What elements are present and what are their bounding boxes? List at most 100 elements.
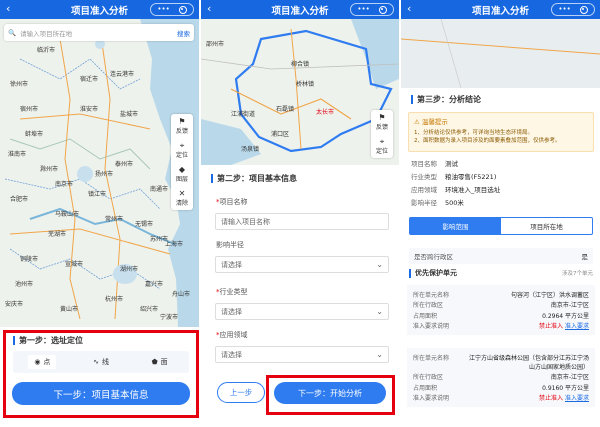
clear-button[interactable]: ✕ 清除 bbox=[171, 186, 193, 210]
map-label: 淮南市 bbox=[8, 151, 27, 158]
map-label: 黄山市 bbox=[60, 306, 79, 313]
kv-value: 500米 bbox=[445, 199, 464, 207]
field-project-name: *项目名称 请输入项目名称 bbox=[201, 197, 399, 230]
back-icon[interactable]: ‹ bbox=[407, 2, 411, 15]
more-icon[interactable]: ••• bbox=[157, 6, 169, 13]
chevron-down-icon: ⌄ bbox=[376, 350, 383, 359]
field-radius: 影响半径 请选择 ⌄ bbox=[201, 240, 399, 273]
card-value: 南京市-江宁区 bbox=[550, 302, 589, 309]
capsule-menu[interactable]: ••• bbox=[150, 3, 194, 16]
search-icon: 🔍 bbox=[8, 28, 17, 37]
search-bar[interactable]: 🔍 请输入项目所在地 搜索 bbox=[4, 24, 194, 41]
prev-button[interactable]: 上一步 bbox=[217, 382, 265, 403]
field-label: 影响半径 bbox=[216, 240, 399, 250]
map-label: 徐州市 bbox=[10, 81, 29, 88]
map-label: 滁州市 bbox=[40, 166, 59, 173]
map-label: 湖州市 bbox=[120, 266, 139, 273]
card-key: 所在单元名称 bbox=[413, 354, 450, 362]
card-key: 准入要求说明 bbox=[413, 395, 450, 402]
map-view[interactable]: 临沂市 宿迁市 盐城市 连云港市 淮安市 徐州市 泰州市 南京市 南通市 扬州市… bbox=[0, 19, 199, 327]
chevron-down-icon: ⌄ bbox=[376, 307, 383, 316]
feedback-button[interactable]: ⚑ 反馈 bbox=[171, 114, 193, 138]
card-row: 所在行政区 南京市-江宁区 bbox=[413, 372, 589, 381]
card-row: 准入要求说明 禁止准入 准入要求 bbox=[413, 321, 589, 330]
field-label-text: 项目名称 bbox=[219, 198, 248, 206]
map-label: 上海市 bbox=[165, 241, 184, 248]
search-button[interactable]: 搜索 bbox=[177, 28, 190, 38]
card-row: 所在行政区 南京市-江宁区 bbox=[413, 300, 589, 309]
back-icon[interactable]: ‹ bbox=[6, 2, 10, 15]
close-icon[interactable] bbox=[579, 5, 588, 14]
card-key: 准入要求说明 bbox=[413, 323, 450, 330]
map-label: 铜陵市 bbox=[20, 256, 39, 263]
kv-industry: 行业类型 粮油零售(F5221) bbox=[411, 171, 496, 181]
capsule-menu[interactable]: ••• bbox=[350, 3, 394, 16]
card-value: 江宁方山省级森林公园（包含部分江苏江宁汤山方山国家地质公园） bbox=[469, 354, 590, 371]
map-label: 蚌埠市 bbox=[25, 131, 44, 138]
map-label: 马鞍山市 bbox=[55, 211, 80, 218]
capsule-menu[interactable]: ••• bbox=[551, 3, 595, 16]
field-label: *应用领域 bbox=[216, 331, 248, 339]
requirements-link[interactable]: 准入要求 bbox=[565, 323, 589, 330]
tool-label: 反馈 bbox=[375, 124, 388, 131]
close-icon[interactable] bbox=[178, 5, 187, 14]
select-value: 请选择 bbox=[221, 307, 242, 316]
more-icon[interactable]: ••• bbox=[357, 6, 369, 13]
tips-line: 2、面积数据为录入项目涉及的面要素叠加范围，仅供参考。 bbox=[414, 138, 561, 144]
highlight-box bbox=[266, 375, 395, 415]
priority-title-text: 优先保护单元 bbox=[415, 269, 457, 277]
tips-title-text: 温馨提示 bbox=[421, 118, 448, 126]
map-label: 芜湖市 bbox=[48, 231, 67, 238]
screen-step3: ‹ 项目准入分析 ••• 第三步：分析结论 ⚠ 温馨提示 1、分析结论仅供参考，… bbox=[401, 0, 600, 427]
locate-icon: ⌖ bbox=[379, 137, 385, 146]
map-label: 绍兴市 bbox=[140, 306, 159, 313]
map-view[interactable]: 柳合镇 桥林镇 石磊镇 江浦街道 太长市 邵州市 浦口区 汤泉镇 bbox=[201, 19, 399, 165]
requirements-link[interactable]: 准入要求 bbox=[565, 395, 589, 402]
three-screens: ‹ 项目准入分析 ••• 临沂市 宿迁市 盐城市 连云港市 淮安市 徐州市 泰州… bbox=[0, 0, 600, 427]
cross-region-label: 是否跨行政区 bbox=[414, 253, 453, 261]
map-label: 扬州市 bbox=[95, 171, 114, 178]
tab-location[interactable]: 项目所在地 bbox=[501, 218, 592, 234]
card-value: 0.2964 平方公里 bbox=[542, 312, 589, 320]
map-label: 盐城市 bbox=[120, 111, 139, 118]
title-accent bbox=[211, 174, 213, 183]
locate-button[interactable]: ⌖ 定位 bbox=[171, 138, 193, 162]
domain-select[interactable]: 请选择 ⌄ bbox=[215, 346, 389, 363]
back-icon[interactable]: ‹ bbox=[207, 2, 211, 15]
industry-select[interactable]: 请选择 ⌄ bbox=[215, 303, 389, 320]
tab-impact[interactable]: 影响范围 bbox=[410, 218, 501, 234]
select-value: 请选择 bbox=[221, 260, 242, 269]
feedback-button[interactable]: ⚑ 反馈 bbox=[371, 110, 393, 134]
field-industry: *行业类型 请选择 ⌄ bbox=[201, 287, 399, 320]
map-label: 嘉兴市 bbox=[145, 281, 164, 288]
trash-icon: ✕ bbox=[178, 189, 186, 198]
map-label: 临沂市 bbox=[37, 47, 56, 54]
layers-button[interactable]: ◆ 图层 bbox=[171, 162, 193, 186]
map-view[interactable] bbox=[401, 19, 600, 88]
locate-button[interactable]: ⌖ 定位 bbox=[371, 134, 393, 158]
step3-title: 第三步：分析结论 bbox=[411, 94, 481, 105]
unit-card: 所在单元名称 江宁方山省级森林公园（包含部分江苏江宁汤山方山国家地质公园） 所在行… bbox=[407, 348, 595, 407]
step3-title-text: 第三步：分析结论 bbox=[417, 95, 481, 104]
card-key: 占用面积 bbox=[413, 312, 438, 320]
input-placeholder: 请输入项目名称 bbox=[221, 217, 270, 226]
radius-select[interactable]: 请选择 ⌄ bbox=[215, 256, 389, 273]
map-label: 舟山市 bbox=[172, 291, 191, 298]
step2-title-text: 第二步：项目基本信息 bbox=[217, 174, 297, 183]
tool-label: 反馈 bbox=[175, 128, 188, 135]
map-label: 无锡市 bbox=[135, 221, 154, 228]
search-input[interactable]: 请输入项目所在地 bbox=[20, 28, 177, 38]
map-label: 杭州市 bbox=[105, 296, 124, 303]
screen-step1: ‹ 项目准入分析 ••• 临沂市 宿迁市 盐城市 连云港市 淮安市 徐州市 泰州… bbox=[0, 0, 199, 427]
layers-icon: ◆ bbox=[178, 165, 186, 174]
title-accent bbox=[409, 268, 411, 278]
map-label: 镇江市 bbox=[88, 191, 107, 198]
map-label: 合肥市 bbox=[10, 196, 29, 203]
kv-key: 项目名称 bbox=[411, 160, 437, 168]
close-icon[interactable] bbox=[378, 5, 387, 14]
kv-project-name: 项目名称 测试 bbox=[411, 158, 458, 168]
card-value: 0.9160 平方公里 bbox=[542, 384, 589, 392]
more-icon[interactable]: ••• bbox=[558, 6, 570, 13]
project-name-input[interactable]: 请输入项目名称 bbox=[215, 213, 389, 230]
field-label-text: 应用领域 bbox=[219, 331, 248, 339]
